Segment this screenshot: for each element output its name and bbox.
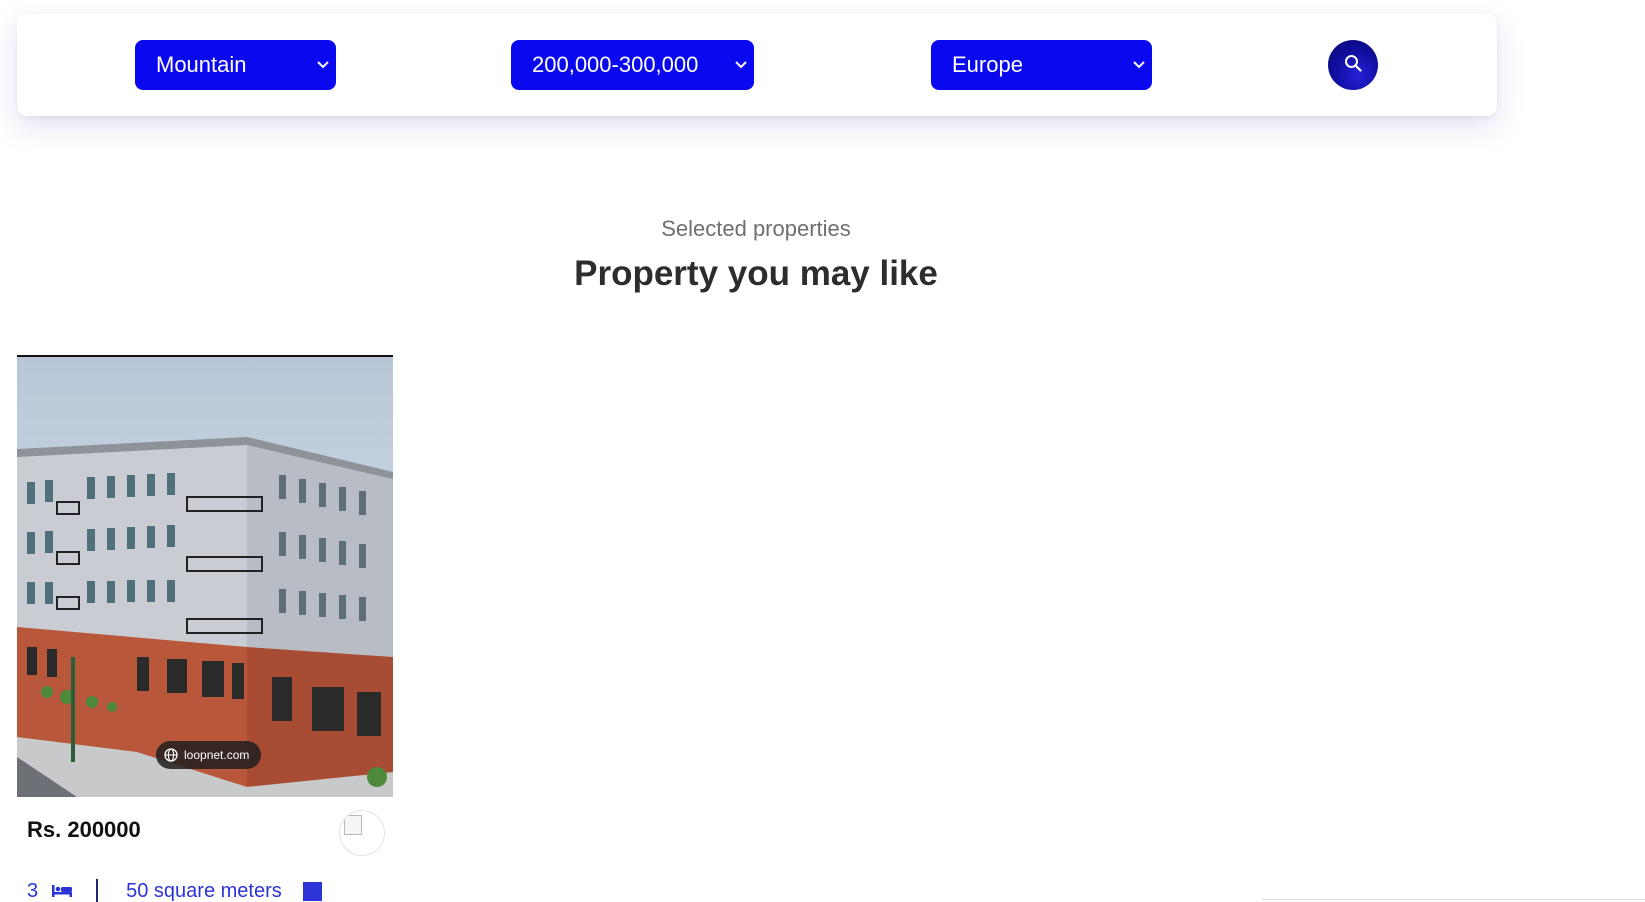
stats-divider xyxy=(96,879,99,902)
property-image[interactable]: loopnet.com xyxy=(17,355,393,797)
region-select[interactable]: Europe xyxy=(931,40,1152,90)
property-type-select[interactable]: Mountain xyxy=(135,40,336,90)
property-card[interactable]: loopnet.com Rs. 200000 3 50 square meter… xyxy=(17,355,393,902)
property-type-value: Mountain xyxy=(156,52,247,77)
section-title: Property you may like xyxy=(574,254,938,293)
property-stats: 3 50 square meters xyxy=(27,879,322,902)
search-icon xyxy=(1344,54,1362,77)
section-subtitle: Selected properties xyxy=(661,216,851,241)
area-icon xyxy=(302,881,322,901)
agent-avatar[interactable] xyxy=(339,810,385,856)
property-price: Rs. 200000 xyxy=(27,817,141,842)
chevron-down-icon xyxy=(1132,40,1146,90)
property-area: 50 square meters xyxy=(126,879,282,902)
search-filter-bar: Mountain 200,000-300,000 Europe xyxy=(17,14,1497,116)
image-source-text: loopnet.com xyxy=(184,748,250,762)
bed-icon xyxy=(52,884,73,898)
price-range-select[interactable]: 200,000-300,000 xyxy=(511,40,754,90)
chevron-down-icon xyxy=(316,40,330,90)
globe-icon xyxy=(164,748,178,762)
broken-image-icon xyxy=(344,815,362,835)
page-edge-divider xyxy=(1262,899,1645,900)
price-range-value: 200,000-300,000 xyxy=(532,52,699,77)
image-source-badge: loopnet.com xyxy=(156,741,262,769)
bedroom-count: 3 xyxy=(27,879,39,902)
region-value: Europe xyxy=(952,52,1023,77)
search-button[interactable] xyxy=(1328,40,1378,90)
chevron-down-icon xyxy=(734,40,748,90)
